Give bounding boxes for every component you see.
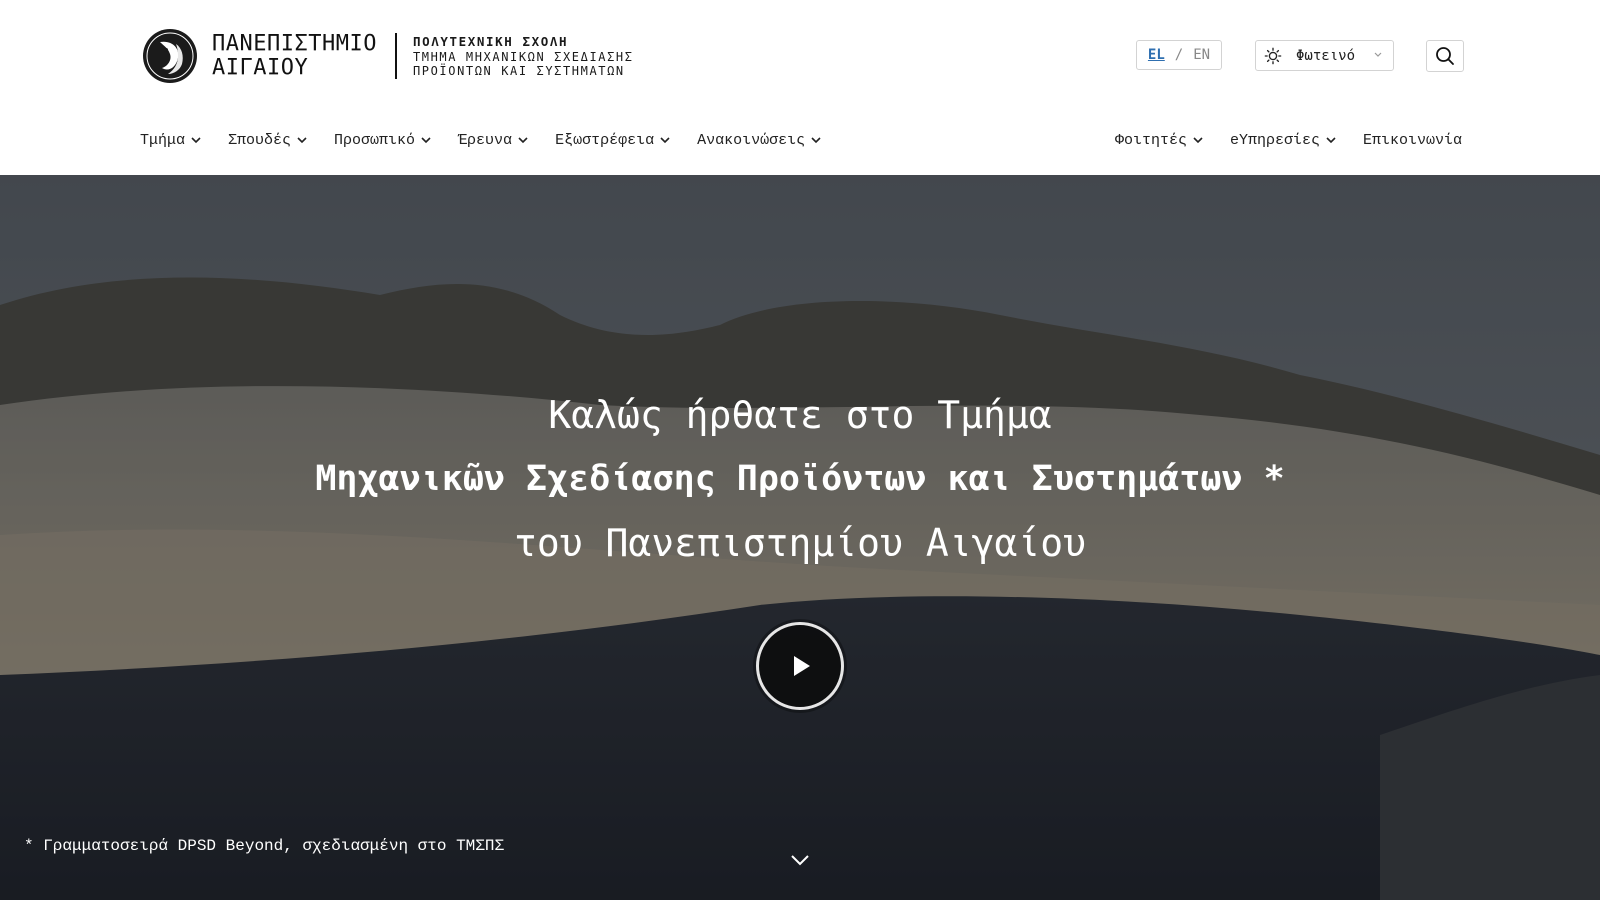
search-button[interactable] <box>1426 40 1464 72</box>
nav-item-label: Έρευνα <box>458 131 513 149</box>
hero-section: Καλώς ήρθατε στο Τμήμα Μηχανικῶν Σχεδίασ… <box>0 175 1600 900</box>
hero-title-line1: Καλώς ήρθατε στο Τμήμα <box>548 393 1052 437</box>
brand[interactable]: ΠΑΝΕΠΙΣΤΗΜΙΟ ΑΙΓΑΙΟΥ ΠΟΛΥΤΕΧΝΙΚΗ ΣΧΟΛΗ Τ… <box>142 28 634 84</box>
nav-item-eypiresies[interactable]: eΥπηρεσίες <box>1230 132 1337 149</box>
chevron-down-icon <box>1374 52 1382 57</box>
nav-item-label: Σπουδές <box>228 131 292 149</box>
lang-separator: / <box>1174 47 1184 63</box>
play-icon <box>794 656 810 676</box>
theme-select-value: Φωτεινό <box>1296 47 1356 64</box>
nav-item-erevna[interactable]: Έρευνα <box>458 132 529 149</box>
sun-icon <box>1264 47 1282 64</box>
nav-item-foitites[interactable]: Φοιτητές <box>1115 132 1204 149</box>
site-header: ΠΑΝΕΠΙΣΤΗΜΙΟ ΑΙΓΑΙΟΥ ΠΟΛΥΤΕΧΝΙΚΗ ΣΧΟΛΗ Τ… <box>0 0 1600 175</box>
chevron-down-icon <box>421 137 431 144</box>
nav-item-spoudes[interactable]: Σπουδές <box>228 132 308 149</box>
university-logo-icon <box>143 29 197 83</box>
play-video-button[interactable] <box>756 622 844 710</box>
department-line2: ΠΡΟΪΟΝΤΩΝ ΚΑΙ ΣΥΣΤΗΜΑΤΩΝ <box>412 64 625 78</box>
chevron-down-icon <box>518 137 528 144</box>
chevron-down-icon <box>1326 137 1336 144</box>
search-icon <box>1436 47 1454 65</box>
nav-item-label: eΥπηρεσίες <box>1229 131 1320 149</box>
language-switcher: EL / EN <box>1136 40 1222 70</box>
nav-item-label: Ανακοινώσεις <box>697 131 806 149</box>
main-nav-right: Φοιτητές eΥπηρεσίες Επικοινωνία <box>1089 130 1462 150</box>
chevron-down-icon <box>660 137 670 144</box>
school-name: ΠΟΛΥΤΕΧΝΙΚΗ ΣΧΟΛΗ ΤΜΗΜΑ ΜΗΧΑΝΙΚΩΝ ΣΧΕΔΙΑ… <box>413 34 634 78</box>
nav-item-label: Τμήμα <box>140 131 186 149</box>
department-line1: ΤΜΗΜΑ ΜΗΧΑΝΙΚΩΝ ΣΧΕΔΙΑΣΗΣ <box>412 50 634 64</box>
chevron-down-icon <box>1193 137 1203 144</box>
font-footnote: * Γραμματοσειρά DPSD Beyond, σχεδιασμένη… <box>24 837 505 855</box>
chevron-down-icon[interactable] <box>790 853 810 867</box>
nav-item-tmima[interactable]: Τμήμα <box>140 132 202 149</box>
nav-item-label: Επικοινωνία <box>1362 131 1462 149</box>
lang-en-link[interactable]: EN <box>1193 47 1210 63</box>
nav-item-epikoinonia[interactable]: Επικοινωνία <box>1363 132 1462 149</box>
nav-item-label: Εξωστρέφεια <box>555 131 655 149</box>
nav-item-prosopiko[interactable]: Προσωπικό <box>334 132 432 149</box>
school-title: ΠΟΛΥΤΕΧΝΙΚΗ ΣΧΟΛΗ <box>412 34 569 49</box>
main-nav-left: Τμήμα Σπουδές Προσωπικό Έρευνα Εξωστρέφε… <box>140 130 848 150</box>
hero-title-line2: Μηχανικῶν Σχεδίασης Προϊόντων και Συστημ… <box>315 459 1285 499</box>
chevron-down-icon <box>811 137 821 144</box>
brand-divider <box>394 33 397 79</box>
nav-item-label: Προσωπικό <box>334 131 416 149</box>
hero-headline: Καλώς ήρθατε στο Τμήμα Μηχανικῶν Σχεδίασ… <box>0 383 1600 575</box>
university-name: ΠΑΝΕΠΙΣΤΗΜΙΟ ΑΙΓΑΙΟΥ <box>212 32 377 80</box>
nav-item-anakoinoseis[interactable]: Ανακοινώσεις <box>697 132 822 149</box>
chevron-down-icon <box>191 137 201 144</box>
university-name-line1: ΠΑΝΕΠΙΣΤΗΜΙΟ <box>212 31 377 56</box>
university-name-line2: ΑΙΓΑΙΟΥ <box>212 55 309 80</box>
nav-item-label: Φοιτητές <box>1114 131 1187 149</box>
hero-title-line3: του Πανεπιστημίου Αιγαίου <box>514 521 1086 565</box>
theme-select[interactable]: Φωτεινό <box>1255 40 1394 71</box>
nav-item-exostrefeia[interactable]: Εξωστρέφεια <box>555 132 671 149</box>
chevron-down-icon <box>297 137 307 144</box>
lang-el-link[interactable]: EL <box>1148 47 1165 63</box>
